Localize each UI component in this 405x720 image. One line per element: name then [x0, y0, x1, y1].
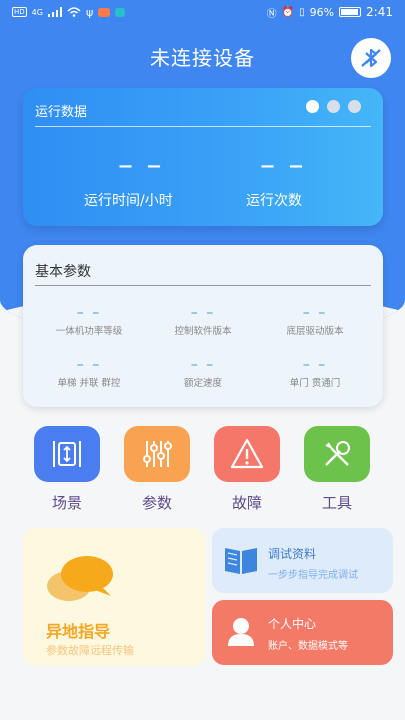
personal-center-subtitle: 账户、数据模式等 [268, 641, 348, 652]
usb-icon: ψ [85, 5, 94, 19]
debug-docs-subtitle: 一步步指导完成调试 [268, 570, 358, 581]
personal-center-card[interactable]: 个人中心 账户、数据模式等 [212, 600, 393, 665]
param-label: 额定速度 [183, 378, 222, 389]
debug-docs-title: 调试资料 [268, 547, 317, 561]
fault-button[interactable]: 故障 [214, 426, 280, 513]
call-icon [115, 7, 126, 17]
run-hours-value: – – [118, 148, 164, 183]
divider [35, 285, 371, 286]
vibrate-icon: ▯ [299, 6, 305, 18]
hd-badge: HD [12, 7, 27, 17]
bluetooth-disabled-icon [361, 48, 381, 68]
param-value: – – [190, 357, 216, 373]
elevator-icon [34, 426, 100, 482]
param-item: – – 控制软件版本 [143, 305, 263, 337]
signal-icon [47, 7, 62, 17]
clock: 2:41 [366, 5, 393, 19]
remote-guide-title: 异地指导 [46, 622, 111, 641]
basic-params-title: 基本参数 [35, 264, 91, 280]
param-label: 单门 贯通门 [289, 378, 341, 389]
scene-button[interactable]: 场景 [34, 426, 100, 513]
book-icon [225, 548, 257, 574]
param-value: – – [190, 305, 216, 321]
param-label: 单梯 并联 群控 [57, 378, 121, 389]
run-count-label: 运行次数 [246, 193, 302, 209]
warning-icon [214, 426, 280, 482]
run-hours-label: 运行时间/小时 [84, 193, 173, 209]
param-item: – – 额定速度 [143, 357, 263, 389]
fault-label: 故障 [231, 494, 262, 512]
params-label: 参数 [141, 494, 172, 512]
remote-guide-subtitle: 参数故障远程传输 [46, 644, 134, 657]
param-item: – – 单梯 并联 群控 [29, 357, 149, 389]
page-dot[interactable] [327, 100, 340, 113]
wifi-icon [67, 7, 81, 17]
basic-params-card: 基本参数 – – 一体机功率等级 – – 控制软件版本 – – 底层驱动版本 –… [23, 245, 383, 407]
tools-button[interactable]: 工具 [304, 426, 370, 513]
param-value: – – [76, 305, 102, 321]
sliders-icon [124, 426, 190, 482]
param-item: – – 底层驱动版本 [255, 305, 375, 337]
message-icon [98, 7, 111, 17]
signal-label: 4G [31, 7, 43, 17]
page-indicator [306, 100, 361, 113]
run-count-value: – – [260, 148, 306, 183]
debug-docs-card[interactable]: 调试资料 一步步指导完成调试 [212, 528, 393, 593]
bluetooth-connect-button[interactable] [351, 38, 391, 78]
wrench-screwdriver-icon [304, 426, 370, 482]
user-icon [228, 618, 254, 646]
param-label: 控制软件版本 [174, 326, 232, 337]
nfc-icon: Ⓝ [266, 8, 277, 20]
param-label: 一体机功率等级 [55, 326, 123, 337]
alarm-icon: ⏰ [281, 6, 295, 18]
param-item: – – 单门 贯通门 [255, 357, 375, 389]
run-data-card[interactable]: 运行数据 – – 运行时间/小时 – – 运行次数 [23, 88, 383, 226]
divider [35, 126, 371, 127]
battery-icon [339, 7, 362, 17]
battery-percent: 96% [309, 5, 335, 19]
remote-guide-card[interactable]: 异地指导 参数故障远程传输 [23, 528, 206, 666]
param-label: 底层驱动版本 [286, 326, 344, 337]
status-bar: HD 4G ψ Ⓝ ⏰ ▯ 96% 2:41 [0, 0, 405, 24]
page-title: 未连接设备 [150, 46, 255, 70]
personal-center-title: 个人中心 [268, 617, 317, 631]
params-button[interactable]: 参数 [124, 426, 190, 513]
param-value: – – [76, 357, 102, 373]
run-data-title: 运行数据 [35, 105, 88, 120]
tools-label: 工具 [321, 494, 352, 512]
param-value: – – [302, 305, 328, 321]
page-dot[interactable] [348, 100, 361, 113]
page-dot[interactable] [306, 100, 319, 113]
chat-bubbles-icon [47, 556, 113, 601]
param-item: – – 一体机功率等级 [29, 305, 149, 337]
scene-label: 场景 [51, 494, 82, 512]
param-value: – – [302, 357, 328, 373]
